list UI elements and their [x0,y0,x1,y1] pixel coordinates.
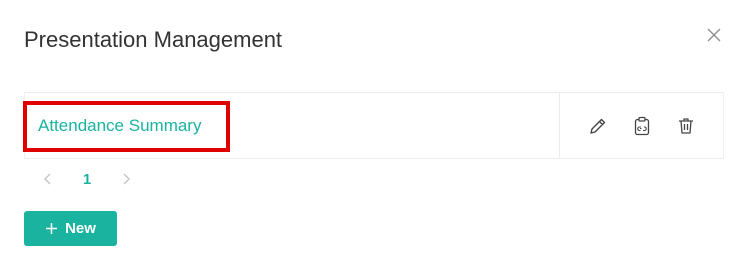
edit-icon [589,118,605,134]
modal-title: Presentation Management [24,27,283,52]
copy-link-icon [634,116,649,135]
copy-link-button[interactable] [632,116,652,136]
row-actions [559,93,723,158]
next-page-button[interactable] [116,168,136,190]
table-row: Attendance Summary [23,93,559,158]
presentation-management-modal: Presentation Management Attendance Summa… [0,0,747,270]
chevron-right-icon [123,173,130,185]
page-number-current[interactable]: 1 [58,171,116,188]
new-button-label: New [65,220,96,237]
new-button[interactable]: New [24,211,117,246]
prev-page-button[interactable] [38,168,58,190]
close-icon [707,28,721,42]
delete-button[interactable] [676,116,696,136]
close-button[interactable] [703,24,725,46]
plus-icon [46,223,58,234]
presentations-table: Attendance Summary [23,92,724,159]
presentation-name-link[interactable]: Attendance Summary [38,115,201,137]
chevron-left-icon [44,173,51,185]
delete-icon [678,117,693,134]
pagination: 1 [38,168,136,190]
edit-button[interactable] [588,116,608,136]
